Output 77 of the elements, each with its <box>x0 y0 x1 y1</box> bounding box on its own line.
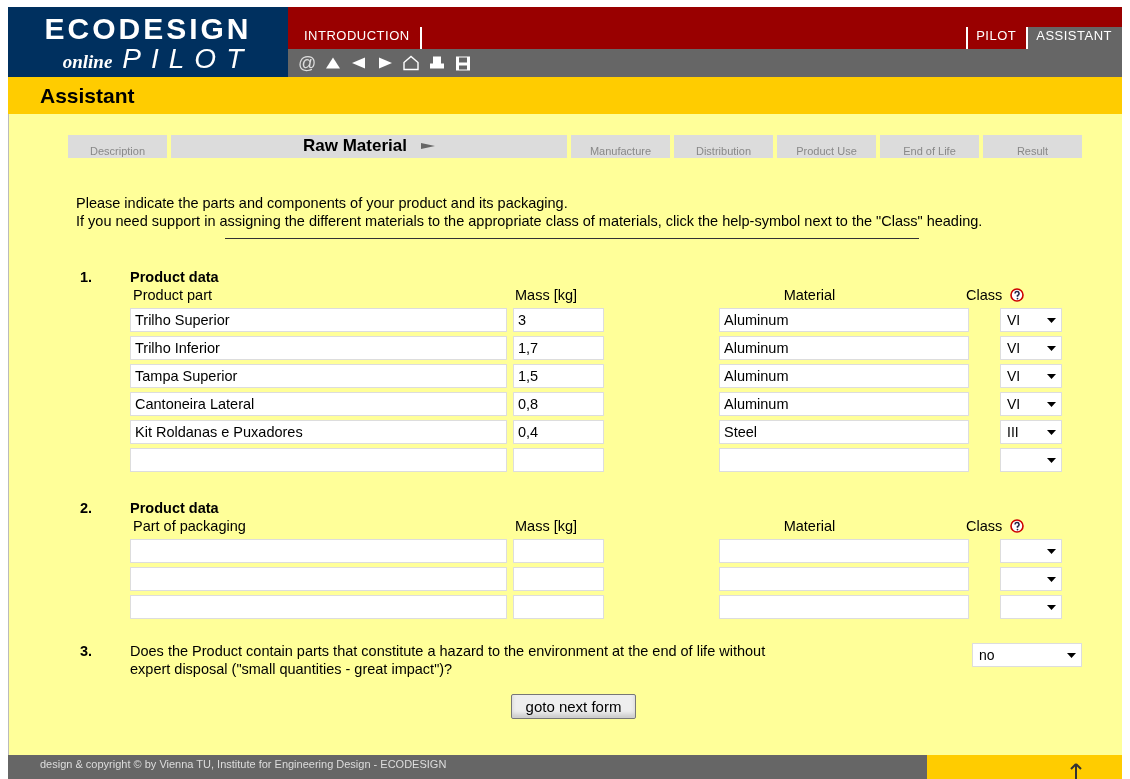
material-field[interactable]: Aluminum <box>719 364 969 388</box>
class-dropdown[interactable]: VI <box>1000 308 1062 332</box>
part-field[interactable] <box>130 539 507 563</box>
material-field[interactable] <box>719 567 969 591</box>
column-header: Material <box>782 518 837 534</box>
section-number: 1. <box>80 269 94 287</box>
logo-title: ECODESIGN <box>44 13 252 45</box>
class-dropdown[interactable]: VI <box>1000 392 1062 416</box>
nav-tab[interactable]: ASSISTANT <box>1026 27 1122 49</box>
mass-field[interactable]: 0,8 <box>513 392 604 416</box>
part-field[interactable] <box>130 595 507 619</box>
mass-field[interactable] <box>513 595 604 619</box>
caret-icon <box>1047 457 1056 463</box>
logo-script-text: online <box>62 51 113 73</box>
class-dropdown[interactable] <box>1000 539 1062 563</box>
section-title: Product data <box>130 500 220 516</box>
section-number: 3. <box>80 643 94 661</box>
column-header: Product part <box>133 287 213 303</box>
material-field[interactable] <box>719 595 969 619</box>
material-field[interactable] <box>719 448 969 472</box>
answer-dropdown[interactable]: no <box>972 643 1082 667</box>
home-icon[interactable] <box>402 54 421 72</box>
copyright-text: design & copyright © by Vienna TU, Institute for Engineering Design - ECODESIGN <box>40 758 447 770</box>
column-header: Material <box>782 287 837 303</box>
up-arrow-icon[interactable] <box>1070 763 1082 779</box>
printer-icon[interactable] <box>428 54 447 72</box>
step-tab[interactable]: Raw Material <box>171 135 567 158</box>
material-field[interactable] <box>719 539 969 563</box>
mass-field[interactable]: 1,5 <box>513 364 604 388</box>
mass-field[interactable] <box>513 448 604 472</box>
mass-field[interactable]: 1,7 <box>513 336 604 360</box>
mass-field[interactable]: 3 <box>513 308 604 332</box>
section-number: 2. <box>80 500 94 518</box>
arrow-icon <box>420 141 435 150</box>
caret-icon <box>1047 345 1056 351</box>
next-form-button[interactable]: goto next form <box>510 694 637 719</box>
question-text: Does the Product contain parts that constitute a hazard to the environment at the end of life without expert disposal ("small quantities - great impact")? <box>130 642 767 678</box>
column-header: Mass [kg] <box>515 287 579 303</box>
material-field[interactable]: Aluminum <box>719 308 969 332</box>
section-title: Product data <box>130 269 220 285</box>
caret-icon <box>1067 652 1076 658</box>
caret-icon <box>1047 604 1056 610</box>
caret-icon <box>1047 401 1056 407</box>
caret-icon <box>1047 429 1056 435</box>
help-icon[interactable] <box>1010 519 1025 533</box>
part-field[interactable]: Tampa Superior <box>130 364 507 388</box>
mass-field[interactable] <box>513 567 604 591</box>
class-dropdown[interactable] <box>1000 595 1062 619</box>
page-title: Assistant <box>40 83 135 108</box>
column-header: Class <box>966 287 1003 303</box>
part-field[interactable]: Trilho Inferior <box>130 336 507 360</box>
part-field[interactable]: Kit Roldanas e Puxadores <box>130 420 507 444</box>
class-dropdown[interactable]: III <box>1000 420 1062 444</box>
instructions-text: Please indicate the parts and components of your product and its packaging. If you need support in assigning the different materials to the appropriate class of materials, click the help-symbol next to the "Class" heading. <box>76 194 984 230</box>
part-field[interactable]: Trilho Superior <box>130 308 507 332</box>
caret-icon <box>1047 373 1056 379</box>
mass-field[interactable] <box>513 539 604 563</box>
class-dropdown[interactable] <box>1000 567 1062 591</box>
column-header: Class <box>966 518 1003 534</box>
column-header: Mass [kg] <box>515 518 579 534</box>
material-field[interactable]: Aluminum <box>719 336 969 360</box>
material-field[interactable]: Aluminum <box>719 392 969 416</box>
class-dropdown[interactable]: VI <box>1000 364 1062 388</box>
column-header: Part of packaging <box>133 518 247 534</box>
caret-icon <box>1047 576 1056 582</box>
material-field[interactable]: Steel <box>719 420 969 444</box>
mass-field[interactable]: 0,4 <box>513 420 604 444</box>
caret-icon <box>1047 317 1056 323</box>
logo-subtitle: PILOT <box>122 45 254 73</box>
help-icon[interactable] <box>1010 288 1025 302</box>
email-button[interactable]: @ <box>298 52 317 74</box>
class-dropdown[interactable]: VI <box>1000 336 1062 360</box>
part-field[interactable] <box>130 448 507 472</box>
class-dropdown[interactable] <box>1000 448 1062 472</box>
part-field[interactable]: Cantoneira Lateral <box>130 392 507 416</box>
caret-icon <box>1047 548 1056 554</box>
part-field[interactable] <box>130 567 507 591</box>
